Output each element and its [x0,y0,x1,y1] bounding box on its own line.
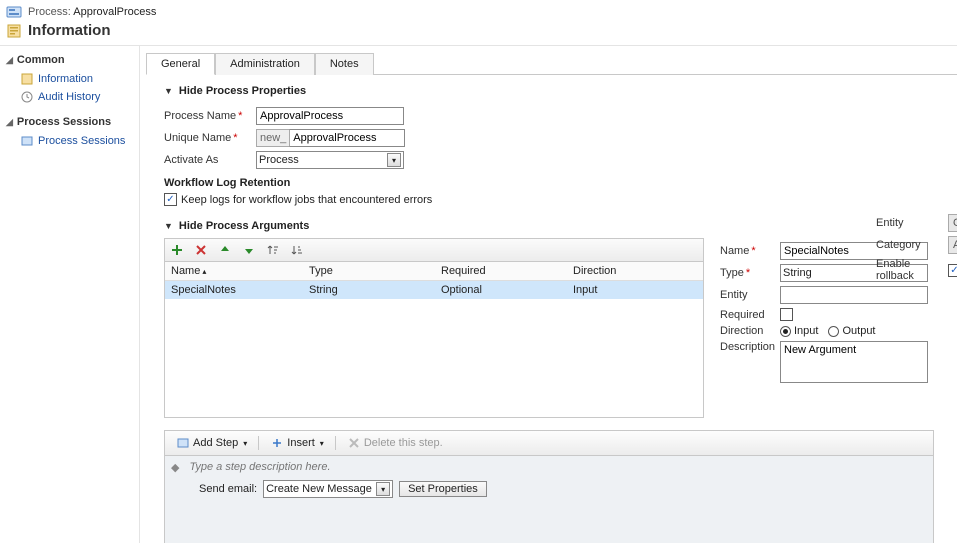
sidebar-item-label: Information [38,73,93,85]
select-value: Process [259,154,299,166]
steps-toolbar: Add Step▾ Insert▾ Delete this step. [165,431,933,456]
select-value: String [783,267,812,279]
sidebar-item-process-sessions[interactable]: Process Sessions [6,132,133,150]
arguments-header-row: Name▴ Type Required Direction [165,262,703,281]
sidebar-item-label: Audit History [38,91,100,103]
tab-bar: General Administration Notes [146,52,957,75]
process-name-input[interactable] [256,107,404,125]
argument-row[interactable]: SpecialNotes String Optional Input [165,281,703,299]
label-arg-required: Required [720,309,780,321]
delete-icon [347,436,361,450]
sessions-icon [20,134,34,148]
toggle-process-properties[interactable]: ▼ Hide Process Properties [164,85,957,97]
direction-output-radio[interactable]: Output [828,325,875,337]
unique-name-prefix: new_ [256,129,289,147]
arg-description-input[interactable]: New Argument [780,341,928,383]
info-icon [6,23,22,39]
send-email-select[interactable]: Create New Message ▾ [263,480,393,498]
process-icon [6,4,22,20]
sidebar-item-information[interactable]: Information [6,70,133,88]
label-workflow-log-retention: Workflow Log Retention [164,177,957,189]
step-label: Send email: [199,483,257,495]
label-keep-logs: Keep logs for workflow jobs that encount… [181,194,432,206]
col-direction[interactable]: Direction [567,262,703,280]
set-properties-button[interactable]: Set Properties [399,481,487,497]
sidebar: ◢ Common Information Audit History ◢ [0,46,140,543]
page-title: Information [28,22,111,39]
category-field: Action [948,236,957,254]
label-activate-as: Activate As [164,154,256,166]
sidebar-group-process-sessions[interactable]: ◢ Process Sessions [6,116,133,128]
delete-step-button[interactable]: Delete this step. [342,434,448,452]
sidebar-group-label: Process Sessions [17,116,111,128]
tab-notes[interactable]: Notes [315,53,374,75]
direction-input-radio[interactable]: Input [780,325,818,337]
label-entity: Entity [876,217,948,229]
cell-required: Optional [435,281,567,299]
move-down-button[interactable] [241,242,257,258]
caret-icon: ◢ [6,55,13,66]
sidebar-group-label: Common [17,54,65,66]
label-arg-direction: Direction [720,325,780,337]
tab-general[interactable]: General [146,53,215,75]
steps-pane: Add Step▾ Insert▾ Delete this step. [164,430,934,543]
col-required[interactable]: Required [435,262,567,280]
step-description-input[interactable] [187,460,927,474]
select-value: Create New Message [266,483,372,495]
enable-rollback-checkbox[interactable]: ✓ [948,264,957,277]
toggle-process-arguments[interactable]: ▼ Hide Process Arguments [164,220,957,232]
add-argument-button[interactable] [169,242,185,258]
sidebar-item-label: Process Sessions [38,135,125,147]
section-label: Hide Process Arguments [179,220,309,232]
arguments-toolbar [165,239,703,262]
chevron-down-icon: ▾ [243,439,247,448]
label-arg-type: Type* [720,267,780,279]
label-enable-rollback: Enable rollback [876,258,948,282]
cell-direction: Input [567,281,703,299]
window-header: Process: ApprovalProcess Information [0,0,957,45]
info-icon [20,72,34,86]
sidebar-group-common[interactable]: ◢ Common [6,54,133,66]
sidebar-item-audit-history[interactable]: Audit History [6,88,133,106]
arg-entity-input[interactable] [780,286,928,304]
chevron-down-icon: ▼ [164,221,173,231]
label-arg-description: Description [720,341,780,353]
cell-type: String [303,281,435,299]
col-type[interactable]: Type [303,262,435,280]
caret-icon: ◢ [6,117,13,128]
chevron-down-icon: ▾ [387,153,401,167]
entity-field: Opportunity [948,214,957,232]
chevron-down-icon: ▼ [164,86,173,96]
sort-asc-button[interactable] [265,242,281,258]
add-step-icon [176,436,190,450]
label-process-name: Process Name* [164,110,256,122]
history-icon [20,90,34,104]
unique-name-input[interactable] [289,129,405,147]
insert-icon [270,436,284,450]
context-prefix: Process: ApprovalProcess [28,6,156,18]
separator [258,436,259,450]
move-up-button[interactable] [217,242,233,258]
arguments-grid: Name▴ Type Required Direction SpecialNot… [164,238,704,418]
label-unique-name: Unique Name* [164,132,256,144]
bullet-icon: ◆ [171,461,179,474]
label-arg-name: Name* [720,245,780,257]
sort-desc-button[interactable] [289,242,305,258]
col-name[interactable]: Name▴ [165,262,303,280]
keep-logs-checkbox[interactable]: ✓ [164,193,177,206]
label-arg-entity: Entity [720,289,780,301]
remove-argument-button[interactable] [193,242,209,258]
separator [335,436,336,450]
label-category: Category [876,239,948,251]
cell-name: SpecialNotes [165,281,303,299]
insert-step-button[interactable]: Insert▾ [265,434,329,452]
section-label: Hide Process Properties [179,85,306,97]
add-step-button[interactable]: Add Step▾ [171,434,252,452]
tab-administration[interactable]: Administration [215,53,315,75]
chevron-down-icon: ▾ [320,439,324,448]
arg-required-checkbox[interactable] [780,308,793,321]
activate-as-select[interactable]: Process ▾ [256,151,404,169]
chevron-down-icon: ▾ [376,482,390,496]
